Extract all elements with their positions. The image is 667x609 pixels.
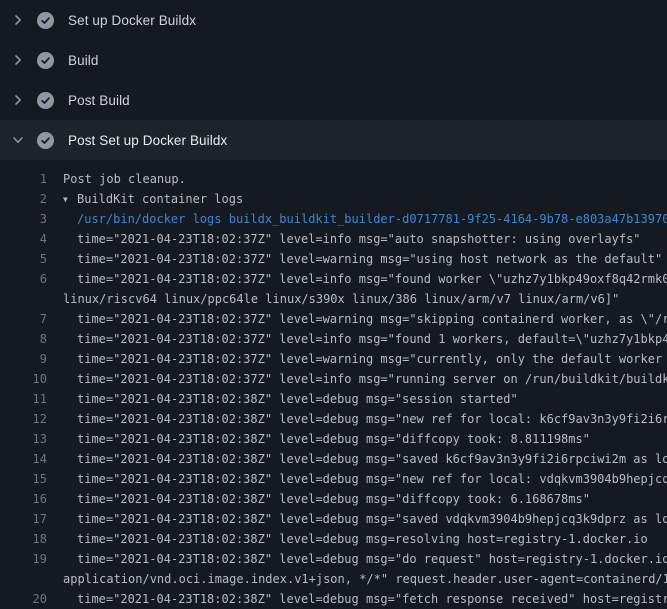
log-line-number[interactable]: 13: [0, 429, 47, 449]
log-line-number[interactable]: 18: [0, 529, 47, 549]
log-line-number[interactable]: 4: [0, 229, 47, 249]
steps-list: Set up Docker Buildx Build P: [0, 0, 667, 160]
log-line-text: /usr/bin/docker logs buildx_buildkit_bui…: [47, 209, 667, 229]
log-line-text: time="2021-04-23T18:02:37Z" level=info m…: [47, 269, 667, 289]
log-line: 19 time="2021-04-23T18:02:38Z" level=deb…: [0, 549, 667, 569]
log-line-number[interactable]: 2: [0, 189, 47, 209]
log-line: 2 ▼BuildKit container logs: [0, 189, 667, 209]
log-line: linux/riscv64 linux/ppc64le linux/s390x …: [0, 289, 667, 309]
log-line-text: time="2021-04-23T18:02:38Z" level=debug …: [47, 489, 590, 509]
log-line: 4 time="2021-04-23T18:02:37Z" level=info…: [0, 229, 667, 249]
log-line: 14 time="2021-04-23T18:02:38Z" level=deb…: [0, 449, 667, 469]
log-line: 11 time="2021-04-23T18:02:38Z" level=deb…: [0, 389, 667, 409]
log-line-number[interactable]: 5: [0, 249, 47, 269]
log-line: application/vnd.oci.image.index.v1+json,…: [0, 569, 667, 589]
log-line: 10 time="2021-04-23T18:02:37Z" level=inf…: [0, 369, 667, 389]
log-line-text: time="2021-04-23T18:02:38Z" level=debug …: [47, 529, 648, 549]
check-circle-icon: [37, 92, 54, 109]
log-line: 7 time="2021-04-23T18:02:37Z" level=warn…: [0, 309, 667, 329]
step-title: Build: [68, 53, 99, 68]
log-line: 13 time="2021-04-23T18:02:38Z" level=deb…: [0, 429, 667, 449]
log-line-number[interactable]: 9: [0, 349, 47, 369]
log-line-number[interactable]: 6: [0, 269, 47, 289]
log-line-text: time="2021-04-23T18:02:37Z" level=warnin…: [47, 249, 662, 269]
log-line-text: time="2021-04-23T18:02:38Z" level=debug …: [47, 549, 667, 569]
step-header-set-up-docker-buildx[interactable]: Set up Docker Buildx: [0, 0, 667, 40]
log-line-number: [0, 569, 47, 589]
check-circle-icon: [37, 52, 54, 69]
log-line-text: time="2021-04-23T18:02:38Z" level=debug …: [47, 389, 518, 409]
log-line-number[interactable]: 12: [0, 409, 47, 429]
log-line: 6 time="2021-04-23T18:02:37Z" level=info…: [0, 269, 667, 289]
log-line-text: linux/riscv64 linux/ppc64le linux/s390x …: [47, 289, 619, 309]
step-title: Post Set up Docker Buildx: [68, 133, 227, 148]
log-line: 12 time="2021-04-23T18:02:38Z" level=deb…: [0, 409, 667, 429]
log-line: 15 time="2021-04-23T18:02:38Z" level=deb…: [0, 469, 667, 489]
step-title: Post Build: [68, 93, 130, 108]
log-line-text: time="2021-04-23T18:02:38Z" level=debug …: [47, 509, 667, 529]
log-group-title: ▼BuildKit container logs: [47, 189, 243, 209]
log-line-number[interactable]: 7: [0, 309, 47, 329]
log-line-text: application/vnd.oci.image.index.v1+json,…: [47, 569, 667, 589]
check-circle-icon: [37, 132, 54, 149]
log-line-number[interactable]: 1: [0, 169, 47, 189]
step-header-post-build[interactable]: Post Build: [0, 80, 667, 120]
step-header-build[interactable]: Build: [0, 40, 667, 80]
log-line-text: time="2021-04-23T18:02:38Z" level=debug …: [47, 429, 590, 449]
log-line-text: time="2021-04-23T18:02:38Z" level=debug …: [47, 469, 667, 489]
log-line-number[interactable]: 3: [0, 209, 47, 229]
log-line: 3 /usr/bin/docker logs buildx_buildkit_b…: [0, 209, 667, 229]
chevron-right-icon: [12, 94, 24, 106]
log-line-text: time="2021-04-23T18:02:38Z" level=debug …: [47, 409, 667, 429]
group-collapse-toggle-icon[interactable]: ▼: [63, 190, 77, 209]
log-line-number[interactable]: 15: [0, 469, 47, 489]
log-line-text: time="2021-04-23T18:02:38Z" level=debug …: [47, 589, 667, 609]
chevron-down-icon: [12, 134, 24, 146]
step-header-post-set-up-docker-buildx[interactable]: Post Set up Docker Buildx: [0, 120, 667, 160]
check-circle-icon: [37, 12, 54, 29]
log-line: 5 time="2021-04-23T18:02:37Z" level=warn…: [0, 249, 667, 269]
chevron-right-icon: [12, 54, 24, 66]
log-line-number[interactable]: 17: [0, 509, 47, 529]
log-line-text: Post job cleanup.: [47, 169, 186, 189]
log-line-text: time="2021-04-23T18:02:37Z" level=warnin…: [47, 309, 667, 329]
log-line-number: [0, 289, 47, 309]
log-line: 8 time="2021-04-23T18:02:37Z" level=info…: [0, 329, 667, 349]
log-line-number[interactable]: 20: [0, 589, 47, 609]
log-line-number[interactable]: 16: [0, 489, 47, 509]
log-line-text: time="2021-04-23T18:02:37Z" level=info m…: [47, 369, 667, 389]
log-line-text: time="2021-04-23T18:02:37Z" level=warnin…: [47, 349, 667, 369]
log-line: 16 time="2021-04-23T18:02:38Z" level=deb…: [0, 489, 667, 509]
log-line-number[interactable]: 11: [0, 389, 47, 409]
log-line-text: time="2021-04-23T18:02:37Z" level=info m…: [47, 329, 667, 349]
log-line: 20 time="2021-04-23T18:02:38Z" level=deb…: [0, 589, 667, 609]
log-line: 18 time="2021-04-23T18:02:38Z" level=deb…: [0, 529, 667, 549]
chevron-right-icon: [12, 14, 24, 26]
log-line-text: time="2021-04-23T18:02:38Z" level=debug …: [47, 449, 667, 469]
log-line-text: time="2021-04-23T18:02:37Z" level=info m…: [47, 229, 641, 249]
log-line: 9 time="2021-04-23T18:02:37Z" level=warn…: [0, 349, 667, 369]
log-area: 1 Post job cleanup. 2 ▼BuildKit containe…: [0, 160, 667, 609]
log-line-number[interactable]: 14: [0, 449, 47, 469]
log-line-number[interactable]: 19: [0, 549, 47, 569]
log-line-number[interactable]: 8: [0, 329, 47, 349]
log-line-number[interactable]: 10: [0, 369, 47, 389]
step-title: Set up Docker Buildx: [68, 13, 196, 28]
log-line: 1 Post job cleanup.: [0, 169, 667, 189]
log-line: 17 time="2021-04-23T18:02:38Z" level=deb…: [0, 509, 667, 529]
